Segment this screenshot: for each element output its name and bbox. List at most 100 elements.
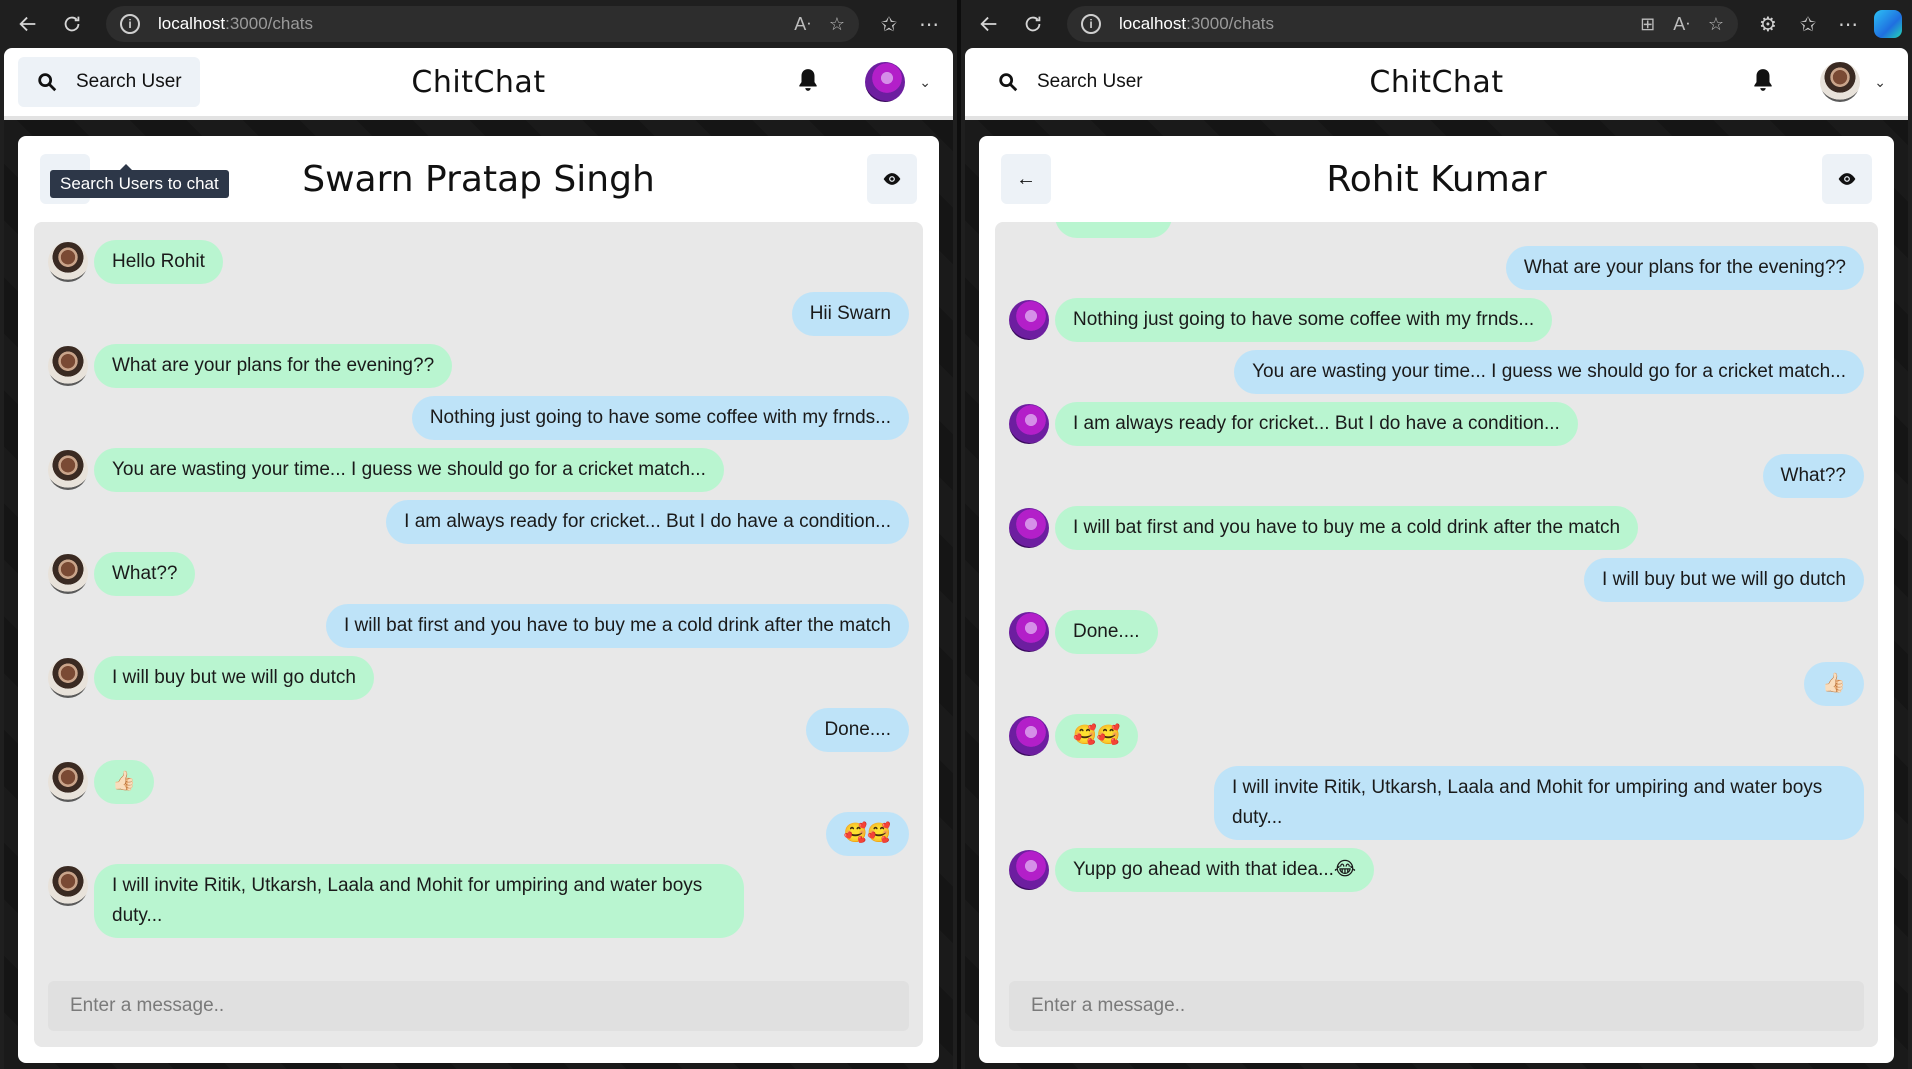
- chat-box: ← Swarn Pratap Singh Hello RohitHii Swar…: [18, 136, 939, 1063]
- eye-icon: [1838, 173, 1856, 185]
- notification-bell-icon[interactable]: [795, 67, 821, 98]
- search-tooltip: Search Users to chat: [50, 164, 229, 198]
- sender-avatar[interactable]: [1009, 612, 1049, 652]
- url-path: :3000/chats: [1186, 14, 1275, 33]
- more-menu-icon[interactable]: ⋯: [911, 6, 947, 42]
- url-path: :3000/chats: [225, 14, 314, 33]
- favorites-icon[interactable]: ✩: [1790, 6, 1826, 42]
- app-title: ChitChat: [1369, 64, 1504, 100]
- sent-message-bubble: What??: [1762, 454, 1864, 498]
- message-row: You are wasting your time... I guess we …: [1009, 350, 1864, 394]
- message-row: 👍🏻: [48, 760, 909, 804]
- extensions-icon[interactable]: ⚙: [1750, 6, 1786, 42]
- sent-message-bubble: You are wasting your time... I guess we …: [1234, 350, 1864, 394]
- message-row: I will bat first and you have to buy me …: [1009, 506, 1864, 550]
- back-arrow-icon[interactable]: [10, 6, 46, 42]
- message-row: You are wasting your time... I guess we …: [48, 448, 909, 492]
- message-list[interactable]: Hii Swarn What are your plans for the eve…: [1009, 222, 1864, 965]
- address-bar[interactable]: i localhost:3000/chats ⊞ Aᐧ ☆: [1067, 6, 1738, 42]
- refresh-icon[interactable]: [1015, 6, 1051, 42]
- sent-message-bubble: 👍🏻: [1804, 662, 1864, 706]
- read-aloud-icon[interactable]: Aᐧ: [1673, 14, 1690, 35]
- search-user-button[interactable]: Search User: [979, 57, 1161, 107]
- sender-avatar[interactable]: [1009, 300, 1049, 340]
- message-row: Hello Rohit: [48, 240, 909, 284]
- received-message-bubble: Hii Swarn: [1055, 222, 1173, 238]
- message-row: I will buy but we will go dutch: [1009, 558, 1864, 602]
- message-row: 🥰🥰: [48, 812, 909, 856]
- chat-title: Rohit Kumar: [1326, 158, 1547, 200]
- sender-avatar[interactable]: [1009, 716, 1049, 756]
- address-bar[interactable]: i localhost:3000/chats Aᐧ ☆: [106, 6, 859, 42]
- message-input[interactable]: [1009, 981, 1864, 1031]
- app-available-icon[interactable]: ⊞: [1640, 14, 1655, 35]
- received-message-bubble: I will invite Ritik, Utkarsh, Laala and …: [94, 864, 744, 938]
- copilot-icon[interactable]: [1874, 10, 1902, 38]
- message-row: Done....: [1009, 610, 1864, 654]
- message-row: Nothing just going to have some coffee w…: [48, 396, 909, 440]
- view-profile-button[interactable]: [1822, 154, 1872, 204]
- message-row: I will bat first and you have to buy me …: [48, 604, 909, 648]
- profile-menu-button[interactable]: ⌄: [857, 58, 939, 106]
- search-icon: [38, 73, 57, 92]
- sent-message-bubble: 🥰🥰: [825, 812, 909, 856]
- search-user-label: Search User: [1037, 71, 1143, 92]
- sender-avatar[interactable]: [1009, 404, 1049, 444]
- sender-avatar[interactable]: [48, 658, 88, 698]
- site-info-icon[interactable]: i: [120, 14, 140, 34]
- app-title: ChitChat: [411, 64, 546, 100]
- search-icon: [999, 73, 1018, 92]
- app-header: Search User ChitChat ⌄: [965, 48, 1908, 120]
- app-page: Search User ChitChat ⌄ Search Users to c…: [4, 48, 953, 1069]
- message-row: 👍🏻: [1009, 662, 1864, 706]
- message-row: Yupp go ahead with that idea...😂: [1009, 848, 1864, 892]
- refresh-icon[interactable]: [54, 6, 90, 42]
- received-message-bubble: You are wasting your time... I guess we …: [94, 448, 724, 492]
- sent-message-bubble: I will invite Ritik, Utkarsh, Laala and …: [1214, 766, 1864, 840]
- read-aloud-icon[interactable]: Aᐧ: [794, 14, 811, 35]
- message-row: What??: [1009, 454, 1864, 498]
- message-row: Hii Swarn: [48, 292, 909, 336]
- message-input[interactable]: [48, 981, 909, 1031]
- message-row: 🥰🥰: [1009, 714, 1864, 758]
- search-user-button[interactable]: Search User: [18, 57, 200, 107]
- search-user-label: Search User: [76, 71, 182, 92]
- back-button[interactable]: ←: [1001, 154, 1051, 204]
- sent-message-bubble: I will buy but we will go dutch: [1584, 558, 1864, 602]
- sender-avatar[interactable]: [48, 450, 88, 490]
- sender-avatar[interactable]: [48, 554, 88, 594]
- sender-avatar[interactable]: [48, 242, 88, 282]
- favorite-star-icon[interactable]: ☆: [829, 14, 845, 35]
- avatar: [865, 62, 906, 102]
- message-row: I am always ready for cricket... But I d…: [48, 500, 909, 544]
- back-arrow-icon[interactable]: [971, 6, 1007, 42]
- message-row: What are your plans for the evening??: [48, 344, 909, 388]
- favorite-star-icon[interactable]: ☆: [1708, 14, 1724, 35]
- message-area: Hello Rohit Hii Swarn What are your plans …: [34, 222, 923, 1047]
- notification-bell-icon[interactable]: [1750, 67, 1776, 98]
- message-list[interactable]: Hello Rohit Hii Swarn What are your plans …: [48, 222, 909, 965]
- message-row: Hii Swarn: [1009, 222, 1864, 238]
- browser-window-right: i localhost:3000/chats ⊞ Aᐧ ☆ ⚙ ✩ ⋯ Sear…: [961, 0, 1912, 1069]
- sender-avatar[interactable]: [48, 762, 88, 802]
- sent-message-bubble: I will bat first and you have to buy me …: [325, 604, 909, 648]
- message-area: Hii Swarn What are your plans for the eve…: [995, 222, 1878, 1047]
- view-profile-button[interactable]: [867, 154, 917, 204]
- site-info-icon[interactable]: i: [1081, 14, 1101, 34]
- browser-toolbar: i localhost:3000/chats Aᐧ ☆ ✩ ⋯: [0, 0, 957, 48]
- message-row: What are your plans for the evening??: [1009, 246, 1864, 290]
- profile-menu-button[interactable]: ⌄: [1812, 58, 1894, 106]
- sender-avatar[interactable]: [48, 346, 88, 386]
- message-row: Nothing just going to have some coffee w…: [1009, 298, 1864, 342]
- received-message-bubble: What??: [94, 552, 196, 596]
- sender-avatar[interactable]: [1009, 850, 1049, 890]
- sender-avatar[interactable]: [48, 866, 88, 906]
- received-message-bubble: I will buy but we will go dutch: [94, 656, 374, 700]
- more-menu-icon[interactable]: ⋯: [1830, 6, 1866, 42]
- avatar: [1820, 62, 1861, 102]
- message-row: I am always ready for cricket... But I d…: [1009, 402, 1864, 446]
- favorites-icon[interactable]: ✩: [871, 6, 907, 42]
- url-host: localhost: [1119, 14, 1187, 33]
- sender-avatar[interactable]: [1009, 508, 1049, 548]
- received-message-bubble: I will bat first and you have to buy me …: [1055, 506, 1639, 550]
